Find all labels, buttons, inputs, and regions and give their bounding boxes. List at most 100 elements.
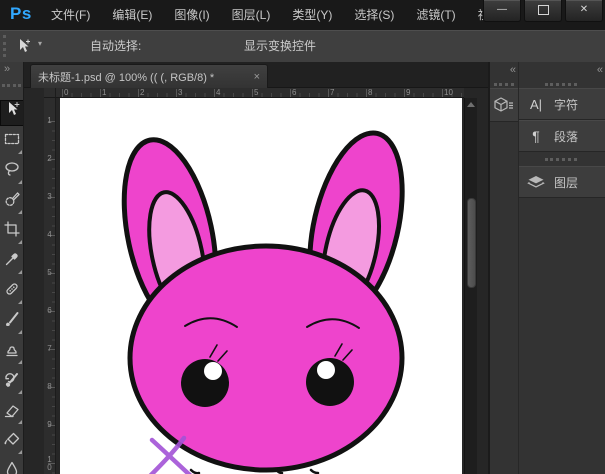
ruler-number: 4 (46, 231, 53, 239)
ruler-number: 5 (46, 269, 53, 277)
scrollbar-thumb[interactable] (467, 198, 476, 288)
tools-list (0, 96, 24, 474)
panel-dock: « « A| 字符 ¶ 段落 (488, 62, 605, 474)
toolbar-expand-icon[interactable]: » (4, 63, 8, 75)
ruler-number: 3 (178, 88, 182, 97)
vertical-scrollbar[interactable] (464, 98, 477, 474)
tab-close-icon[interactable]: × (248, 71, 260, 83)
brush-tool-icon (3, 310, 21, 328)
crop-tool[interactable] (0, 220, 24, 246)
quick-selection-tool[interactable] (0, 190, 24, 216)
eyedropper-tool-icon (3, 250, 21, 268)
paragraph-panel-button[interactable]: ¶ 段落 (519, 120, 605, 152)
paint-bucket-tool[interactable] (0, 430, 24, 456)
maximize-button[interactable] (524, 0, 562, 22)
layers-panel-button[interactable]: 图层 (519, 166, 605, 198)
eraser-tool[interactable] (0, 400, 24, 426)
menu-type[interactable]: 类型(Y) (281, 0, 343, 30)
scroll-up-icon[interactable] (467, 102, 475, 107)
ruler-number: 1 (102, 88, 106, 97)
eraser-tool-icon (3, 400, 21, 418)
ruler-number: 7 (46, 345, 53, 353)
rabbit-left-eye-highlight (204, 362, 222, 380)
menu-file[interactable]: 文件(F) (40, 0, 101, 30)
collapsed-panel-column: « (490, 62, 519, 474)
ruler-number: 8 (46, 383, 53, 391)
move-tool[interactable] (0, 100, 24, 126)
photoshop-logo: Ps (10, 4, 32, 24)
3d-panel-button[interactable] (490, 88, 518, 122)
character-panel-icon: A| (524, 97, 548, 112)
ruler-number: 10 (444, 88, 453, 97)
minimize-icon: — (497, 4, 507, 15)
character-panel-button[interactable]: A| 字符 (519, 88, 605, 120)
spot-healing-brush-tool[interactable] (0, 280, 24, 306)
rectangular-marquee-tool-icon (3, 130, 21, 148)
menu-edit[interactable]: 编辑(E) (101, 0, 163, 30)
ruler-number: 6 (292, 88, 296, 97)
lasso-tool[interactable] (0, 160, 24, 186)
rectangular-marquee-tool[interactable] (0, 130, 24, 156)
blur-tool-icon (3, 460, 21, 474)
panel-grip[interactable] (545, 158, 577, 161)
rabbit-head (130, 246, 402, 470)
window-controls: — ✕ (480, 0, 603, 22)
workspace: 1 2 3 4 5 6 7 8 9 10 (24, 98, 488, 474)
ruler-number: 1 (46, 117, 53, 125)
panel-grip[interactable] (545, 83, 577, 86)
collapse-panels-icon[interactable]: « (597, 64, 601, 76)
ruler-number: 8 (368, 88, 372, 97)
document-tab-title: 未标题-1.psd @ 100% (( (, RGB/8) * (38, 69, 214, 85)
menu-filter[interactable]: 滤镜(T) (405, 0, 466, 30)
ruler-number: 6 (46, 307, 53, 315)
rabbit-left-eye (181, 359, 229, 407)
ruler-number: 3 (46, 193, 53, 201)
auto-select-label: 自动选择: (90, 30, 141, 62)
menu-image[interactable]: 图像(I) (163, 0, 220, 30)
ruler-number: 9 (46, 421, 53, 429)
collapse-panels-icon[interactable]: « (510, 64, 514, 76)
minimize-button[interactable]: — (483, 0, 521, 22)
ruler-number: 0 (64, 88, 68, 97)
panel-grip[interactable] (494, 83, 514, 86)
ruler-number: 5 (254, 88, 258, 97)
move-tool-icon (3, 100, 21, 118)
title-bar: Ps 文件(F) 编辑(E) 图像(I) 图层(L) 类型(Y) 选择(S) 滤… (0, 0, 605, 31)
panel-button-column: « A| 字符 ¶ 段落 图层 (519, 62, 605, 474)
photoshop-window: Ps 文件(F) 编辑(E) 图像(I) 图层(L) 类型(Y) 选择(S) 滤… (0, 0, 605, 474)
tools-panel: » (0, 62, 24, 474)
layers-panel-label: 图层 (554, 174, 578, 191)
character-panel-label: 字符 (554, 96, 578, 113)
history-brush-tool[interactable] (0, 370, 24, 396)
spot-healing-brush-tool-icon (3, 280, 21, 298)
paragraph-panel-icon: ¶ (524, 128, 548, 144)
paragraph-panel-label: 段落 (554, 128, 578, 145)
document-tab-bar: 未标题-1.psd @ 100% (( (, RGB/8) * × (24, 62, 488, 88)
paint-bucket-tool-icon (3, 430, 21, 448)
lasso-tool-icon (3, 160, 21, 178)
toolbar-grip[interactable] (2, 84, 21, 87)
close-button[interactable]: ✕ (565, 0, 603, 22)
menu-layer[interactable]: 图层(L) (221, 0, 282, 30)
ruler-number: 4 (216, 88, 220, 97)
eyedropper-tool[interactable] (0, 250, 24, 276)
options-bar-grip[interactable] (3, 35, 9, 57)
history-brush-tool-icon (3, 370, 21, 388)
vertical-ruler: 1 2 3 4 5 6 7 8 9 10 (44, 98, 56, 474)
ruler-corner (44, 88, 56, 98)
clone-stamp-tool-icon (3, 340, 21, 358)
horizontal-ruler: 0 1 2 3 4 5 6 7 8 9 10 (56, 88, 464, 98)
document-tab[interactable]: 未标题-1.psd @ 100% (( (, RGB/8) * × (30, 64, 268, 88)
clone-stamp-tool[interactable] (0, 340, 24, 366)
layers-panel-icon (524, 175, 548, 189)
move-tool-preset-icon (14, 37, 32, 55)
document-area: 未标题-1.psd @ 100% (( (, RGB/8) * × 0 1 2 … (24, 62, 488, 474)
tool-preset-caret-icon[interactable]: ▾ (38, 39, 42, 48)
crop-tool-icon (3, 220, 21, 238)
ruler-number: 2 (140, 88, 144, 97)
blur-tool[interactable] (0, 460, 24, 474)
menu-select[interactable]: 选择(S) (343, 0, 405, 30)
brush-tool[interactable] (0, 310, 24, 336)
canvas[interactable] (60, 98, 462, 474)
rabbit-right-eye-highlight (317, 361, 335, 379)
